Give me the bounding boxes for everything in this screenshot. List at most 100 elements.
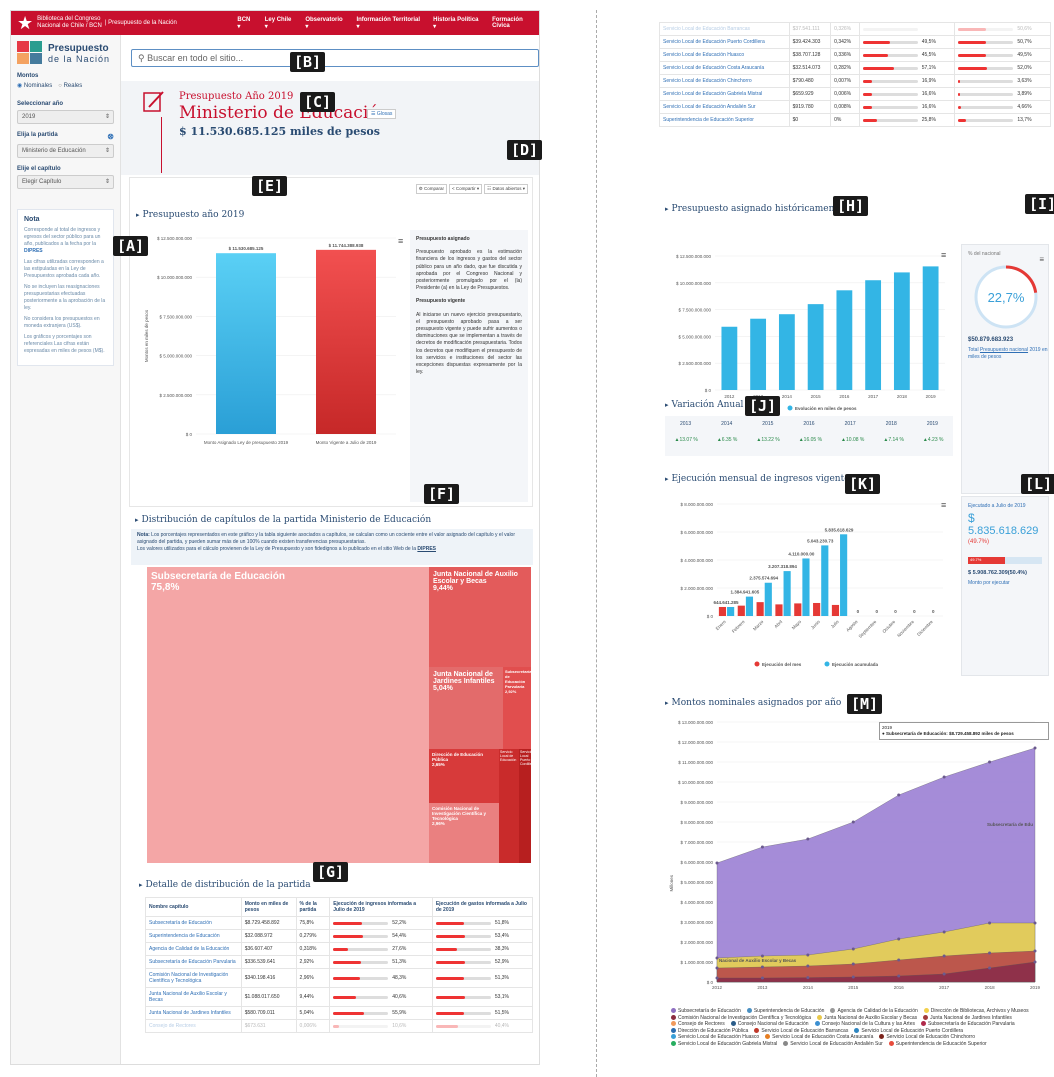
treemap-cell-conicyt[interactable]: Comisión Nacional de Investigación Cient… [429, 803, 499, 863]
chapter-link[interactable]: Junta Nacional de Auxilio Escolar y Beca… [145, 987, 242, 1007]
menu-icon[interactable]: ≡ [941, 250, 946, 260]
bar-mes[interactable] [737, 605, 745, 616]
treemap-cell-subsecretaria[interactable]: Subsecretaría de Educación 75,8% [147, 567, 429, 863]
capitulo-select[interactable]: Elegir Capítulo [17, 175, 114, 189]
chapter-link[interactable]: Servicio Local de Educación Andalién Sur [659, 100, 790, 114]
bar[interactable] [865, 280, 882, 390]
area-point[interactable] [806, 837, 810, 841]
area-point[interactable] [806, 964, 810, 968]
anio-select[interactable]: 2019 [17, 110, 114, 124]
glosas-button[interactable]: ☰ Glosas [367, 109, 397, 119]
bar[interactable] [216, 253, 276, 434]
bar-acumulada[interactable] [764, 582, 772, 616]
legend-label[interactable]: Ejecución acumulada [832, 662, 879, 667]
chapter-link[interactable]: Servicio Local de Educación Huasco [659, 48, 790, 62]
bar-mes[interactable] [718, 606, 727, 616]
logo[interactable]: Presupuesto de la Nación [17, 41, 114, 65]
legend-item[interactable]: Servicio Local de Educación Gabriela Mis… [671, 1041, 777, 1048]
area-point[interactable] [806, 976, 810, 980]
bar-acumulada[interactable] [802, 558, 810, 616]
bar-mes[interactable] [775, 604, 783, 616]
legend-item[interactable]: Superintendencia de Educación Superior [888, 1041, 987, 1048]
chapter-link[interactable]: Servicio Local de Educación Chinchorro [659, 74, 790, 88]
chapter-link[interactable]: Servicio Local de Educación Barrancas [659, 22, 790, 36]
bar[interactable] [778, 314, 795, 390]
compartir-button[interactable]: < Compartir ▾ [449, 184, 483, 194]
area-point[interactable] [897, 958, 901, 962]
area-point[interactable] [942, 954, 946, 958]
chapter-link[interactable]: Agencia de Calidad de la Educación [145, 942, 242, 956]
nav-item[interactable]: Observatorio ▾ [305, 17, 346, 30]
area-point[interactable] [1033, 921, 1037, 925]
area-point[interactable] [760, 965, 764, 969]
chapter-link[interactable]: Servicio Local de Educación Puerto Cordi… [659, 35, 790, 49]
bar[interactable] [316, 249, 376, 434]
bcn-brand[interactable]: ★ Biblioteca del Congreso Nacional de Chi… [11, 14, 207, 32]
bar-acumulada[interactable] [745, 596, 754, 616]
bar-mes[interactable] [794, 603, 802, 616]
nav-item[interactable]: BCN ▾ [237, 17, 254, 30]
chapter-link[interactable]: Consejo de Rectores [145, 1019, 242, 1033]
chapter-link[interactable]: Superintendencia de Educación Superior [659, 113, 790, 127]
bar-acumulada[interactable] [840, 534, 848, 616]
datos-abiertos-button[interactable]: ☷ Datos abiertos ▾ [484, 184, 528, 194]
search-input[interactable]: ⚲ Buscar en todo el sitio... [131, 49, 539, 67]
area-point[interactable] [897, 937, 901, 941]
area-point[interactable] [760, 976, 764, 980]
bar[interactable] [807, 304, 824, 390]
treemap-cell-slep[interactable]: Servicio Local de Educación [499, 749, 519, 863]
bar-mes[interactable] [756, 602, 764, 616]
area-point[interactable] [851, 947, 855, 951]
chapter-link[interactable]: Subsecretaría de Educación Parvularia [145, 955, 242, 969]
nav-item[interactable]: Historia Política ▾ [433, 17, 482, 30]
area-point[interactable] [942, 972, 946, 976]
chapter-link[interactable]: Junta Nacional de Jardines Infantiles [145, 1006, 242, 1020]
area-point[interactable] [988, 760, 992, 764]
area-point[interactable] [988, 966, 992, 970]
area-point[interactable] [760, 845, 764, 849]
area-point[interactable] [897, 793, 901, 797]
radio-reales[interactable]: ○ Reales [58, 83, 82, 89]
area-point[interactable] [715, 966, 719, 970]
chapter-link[interactable]: Servicio Local de Educación Costa Arauca… [659, 61, 790, 75]
bar[interactable] [750, 318, 767, 390]
area-point[interactable] [715, 976, 719, 980]
area-point[interactable] [851, 975, 855, 979]
bar-mes[interactable] [813, 602, 821, 616]
chapter-link[interactable]: Comisión Nacional de Investigación Cient… [145, 968, 242, 988]
treemap-cell-parvularia[interactable]: Subsecretaría de Educación Parvularia 2,9… [503, 667, 531, 749]
legend-item[interactable]: Servicio Local de Educación Andalién Sur [783, 1041, 883, 1048]
treemap-cell-junaeb[interactable]: Junta Nacional de Auxilio Escolar y Beca… [429, 567, 531, 667]
area-point[interactable] [942, 775, 946, 779]
area-point[interactable] [851, 820, 855, 824]
presupuesto-nacional-link[interactable]: Presupuesto nacional [980, 347, 1028, 353]
area-point[interactable] [1033, 746, 1037, 750]
area-point[interactable] [715, 861, 719, 865]
menu-icon[interactable]: ≡ [398, 236, 403, 246]
nav-item[interactable]: Información Territorial ▾ [356, 17, 423, 30]
chapter-link[interactable]: Servicio Local de Educación Gabriela Mis… [659, 87, 790, 101]
chapter-link[interactable]: Subsecretaría de Educación [145, 916, 242, 930]
bar[interactable] [893, 272, 910, 390]
bar-mes[interactable] [831, 604, 840, 616]
nav-item[interactable]: Ley Chile ▾ [265, 17, 296, 30]
menu-icon[interactable]: ≡ [941, 500, 946, 510]
area-point[interactable] [806, 953, 810, 957]
treemap-cell-dep[interactable]: Dirección de Educación Pública 2,65% [429, 749, 499, 803]
area-point[interactable] [1033, 960, 1037, 964]
comparar-button[interactable]: ⚙ Comparar [415, 184, 448, 194]
treemap-cell-junji[interactable]: Junta Nacional de Jardines Infantiles 5,0… [429, 667, 503, 749]
bar-acumulada[interactable] [783, 571, 791, 616]
clear-icon[interactable]: ⊗ [107, 132, 114, 141]
treemap-cell-slep2[interactable]: Servicio Local Puerto Cordillera [519, 749, 535, 863]
chapter-link[interactable]: Superintendencia de Educación [145, 929, 242, 943]
legend-label[interactable]: Ejecución del mes [762, 662, 802, 667]
bar-acumulada[interactable] [821, 545, 829, 616]
bar[interactable] [922, 266, 939, 390]
bar[interactable] [836, 290, 853, 390]
dipres-link[interactable]: DIPRES [24, 248, 43, 254]
legend-label[interactable]: Evolución en miles de pesos [795, 406, 857, 411]
area-point[interactable] [988, 951, 992, 955]
area-point[interactable] [897, 974, 901, 978]
partida-select[interactable]: Ministerio de Educación [17, 144, 114, 158]
